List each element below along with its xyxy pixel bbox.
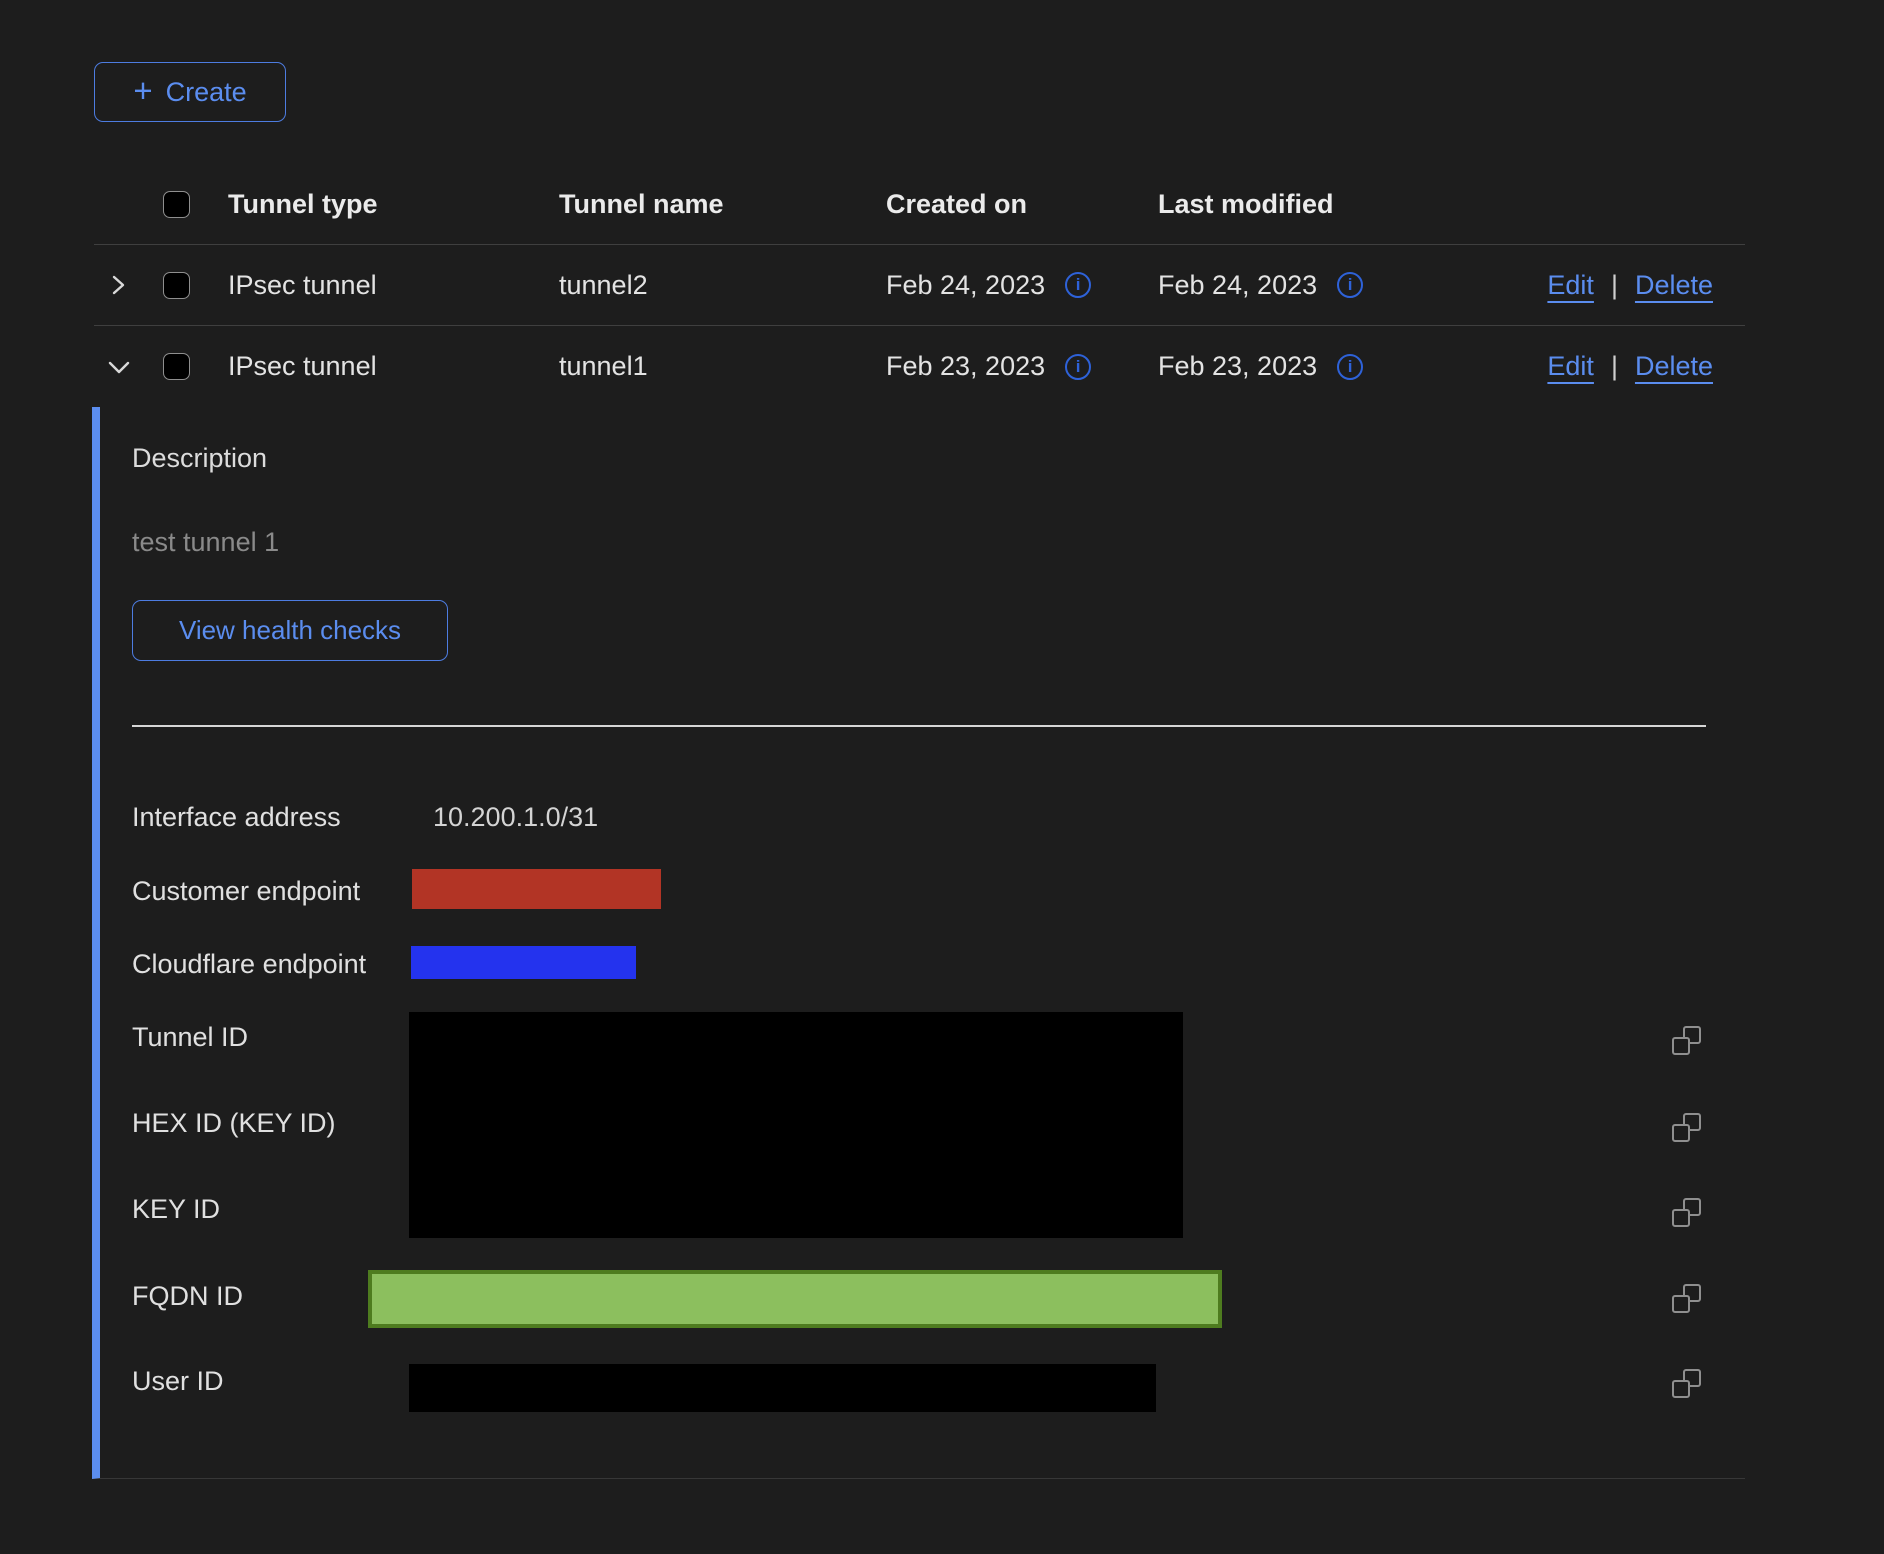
customer-endpoint-redacted-value	[412, 869, 661, 909]
user-id-redacted-value	[409, 1364, 1156, 1412]
row-checkbox[interactable]	[163, 353, 190, 380]
cell-tunnel-type: IPsec tunnel	[228, 270, 559, 301]
actions-separator: |	[1611, 351, 1618, 382]
cell-tunnel-name: tunnel2	[559, 270, 886, 301]
cell-created-on: Feb 23, 2023	[886, 351, 1045, 382]
interface-address-label: Interface address	[132, 802, 341, 833]
copy-user-id-button[interactable]	[1672, 1369, 1701, 1398]
description-label: Description	[132, 443, 267, 474]
header-tunnel-type: Tunnel type	[228, 189, 559, 220]
hex-id-label: HEX ID (KEY ID)	[132, 1108, 336, 1139]
section-divider	[132, 725, 1706, 727]
create-button-label: Create	[166, 77, 247, 108]
key-id-label: KEY ID	[132, 1194, 220, 1225]
ids-redacted-value	[409, 1012, 1183, 1238]
table-row-tunnel2: IPsec tunnel tunnel2 Feb 24, 2023 i Feb …	[94, 245, 1745, 326]
cell-last-modified: Feb 23, 2023	[1158, 351, 1317, 382]
row-checkbox[interactable]	[163, 272, 190, 299]
tunnel-id-label: Tunnel ID	[132, 1022, 248, 1053]
copy-tunnel-id-button[interactable]	[1672, 1026, 1701, 1055]
customer-endpoint-label: Customer endpoint	[132, 876, 360, 907]
edit-link[interactable]: Edit	[1547, 351, 1594, 382]
plus-icon: +	[133, 74, 152, 107]
cloudflare-endpoint-redacted-value	[411, 946, 636, 979]
cell-created-on: Feb 24, 2023	[886, 270, 1045, 301]
view-health-checks-button[interactable]: View health checks	[132, 600, 448, 661]
copy-key-id-button[interactable]	[1672, 1198, 1701, 1227]
info-icon[interactable]: i	[1065, 354, 1091, 380]
header-tunnel-name: Tunnel name	[559, 189, 886, 220]
fqdn-id-redacted-value	[368, 1270, 1222, 1328]
info-icon[interactable]: i	[1065, 272, 1091, 298]
table-row-tunnel1: IPsec tunnel tunnel1 Feb 23, 2023 i Feb …	[94, 326, 1745, 407]
actions-separator: |	[1611, 270, 1618, 301]
table-header-row: Tunnel type Tunnel name Created on Last …	[94, 165, 1745, 245]
delete-link[interactable]: Delete	[1635, 351, 1713, 382]
fqdn-id-label: FQDN ID	[132, 1281, 243, 1312]
cell-last-modified: Feb 24, 2023	[1158, 270, 1317, 301]
expand-row-button[interactable]	[106, 273, 130, 297]
collapse-row-button[interactable]	[106, 354, 132, 380]
cloudflare-endpoint-label: Cloudflare endpoint	[132, 949, 366, 980]
info-icon[interactable]: i	[1337, 354, 1363, 380]
interface-address-value: 10.200.1.0/31	[433, 802, 598, 833]
cell-tunnel-name: tunnel1	[559, 351, 886, 382]
description-value: test tunnel 1	[132, 527, 279, 558]
cell-tunnel-type: IPsec tunnel	[228, 351, 559, 382]
tunnels-table: Tunnel type Tunnel name Created on Last …	[94, 165, 1745, 407]
chevron-down-icon	[106, 354, 132, 380]
create-tunnel-button[interactable]: + Create	[94, 62, 286, 122]
edit-link[interactable]: Edit	[1547, 270, 1594, 301]
info-icon[interactable]: i	[1337, 272, 1363, 298]
copy-fqdn-id-button[interactable]	[1672, 1284, 1701, 1313]
header-last-modified: Last modified	[1158, 189, 1454, 220]
tunnels-page: + Create Tunnel type Tunnel name Created…	[0, 0, 1884, 1554]
select-all-checkbox[interactable]	[163, 191, 190, 218]
tunnel-detail-panel: Description test tunnel 1 View health ch…	[92, 407, 1745, 1479]
user-id-label: User ID	[132, 1366, 224, 1397]
copy-hex-id-button[interactable]	[1672, 1113, 1701, 1142]
chevron-right-icon	[106, 273, 130, 297]
delete-link[interactable]: Delete	[1635, 270, 1713, 301]
header-created-on: Created on	[886, 189, 1158, 220]
